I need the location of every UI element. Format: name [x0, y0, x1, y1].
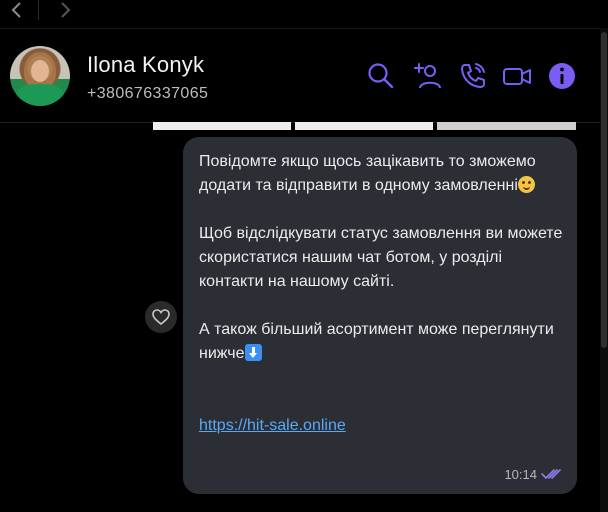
voice-call-icon[interactable]: [457, 60, 489, 92]
like-button[interactable]: [145, 301, 177, 333]
message-time: 10:14: [504, 467, 537, 482]
avatar[interactable]: [10, 46, 70, 106]
search-icon[interactable]: [365, 60, 397, 92]
video-call-icon[interactable]: [501, 60, 533, 92]
message-link[interactable]: https://hit-sale.online: [199, 417, 346, 434]
scrollbar[interactable]: [600, 28, 608, 512]
nav-divider: [38, 0, 39, 20]
forward-arrow-icon[interactable]: [54, 0, 76, 20]
contact-phone: +380676337065: [87, 85, 209, 102]
info-icon[interactable]: [546, 60, 578, 92]
contact-name[interactable]: Ilona Konyk: [87, 52, 204, 78]
message-text: Повідомте якщо щось зацікавить то зможем…: [199, 150, 569, 438]
back-arrow-icon[interactable]: [6, 0, 28, 20]
message-bubble[interactable]: Повідомте якщо щось зацікавить то зможем…: [183, 137, 577, 494]
image-previews: [153, 122, 576, 130]
image-preview[interactable]: [153, 122, 291, 130]
smiling-face-emoji: [517, 176, 535, 193]
add-participant-icon[interactable]: [411, 60, 443, 92]
scrollbar-thumb[interactable]: [601, 32, 607, 348]
read-receipt-icon: [541, 469, 561, 479]
chat-header: Ilona Konyk +380676337065: [0, 30, 600, 123]
message-paragraph: Щоб відслідкувати статус замовлення ви м…: [199, 225, 563, 290]
down-arrow-emoji: [244, 344, 262, 361]
top-navigation: [0, 0, 608, 29]
image-preview[interactable]: [437, 122, 576, 130]
heart-icon: [152, 309, 170, 325]
image-preview[interactable]: [295, 122, 433, 130]
message-paragraph: Повідомте якщо щось зацікавить то зможем…: [199, 153, 536, 194]
